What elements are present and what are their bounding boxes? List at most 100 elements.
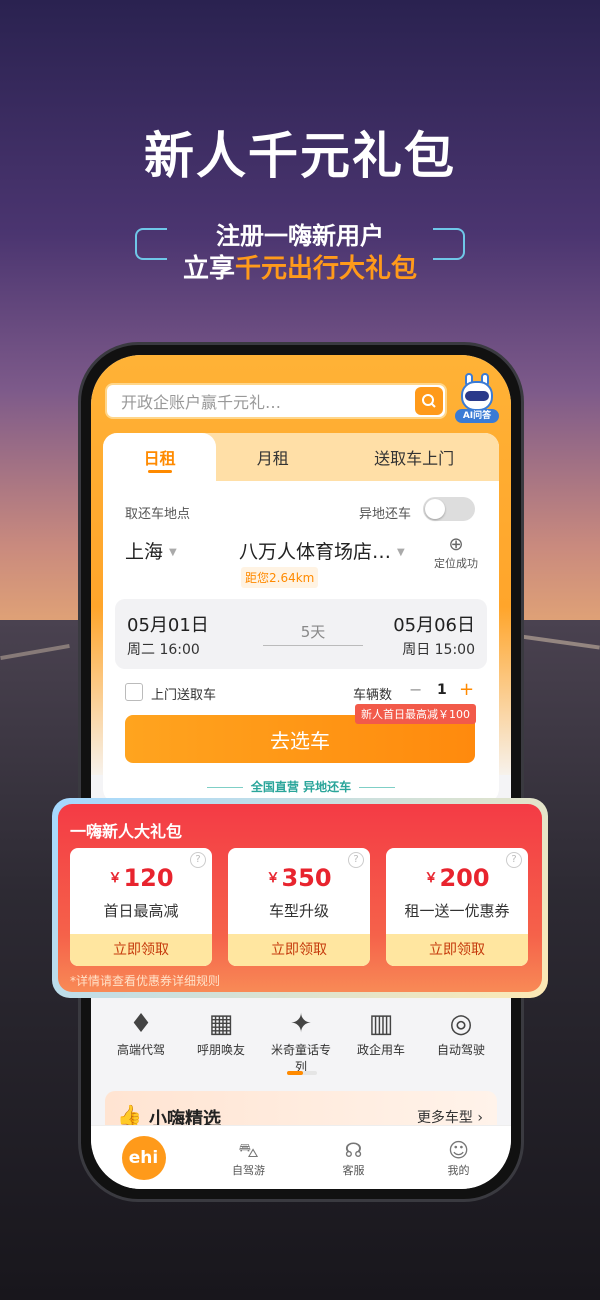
promo-line2-highlight: 千元出行大礼包	[235, 254, 418, 284]
end-date: 05月06日	[393, 615, 475, 636]
phone-frame: 开政企账户赢千元礼… AI问答 日租 月租 送取车上门 取还车地点 异地还车 上…	[78, 342, 524, 1202]
coupon-desc: 租一送一优惠券	[404, 902, 510, 920]
gift-pack-title: 一嗨新人大礼包	[70, 822, 183, 841]
quicklink-label: 高端代驾	[116, 1043, 165, 1057]
increment-button[interactable]: +	[459, 679, 474, 700]
tab-profile[interactable]: ☺ 我的	[424, 1138, 494, 1178]
diff-return-toggle[interactable]	[423, 497, 475, 521]
quicklink-premium-driver[interactable]: ♦ 高端代驾	[106, 1007, 176, 1067]
end-time: 周日 15:00	[402, 642, 475, 658]
app-screen: 开政企账户赢千元礼… AI问答 日租 月租 送取车上门 取还车地点 异地还车 上…	[91, 355, 511, 1189]
chevron-down-icon: ▼	[169, 547, 177, 558]
ehi-home-icon: ehi	[121, 1135, 166, 1180]
diff-return-label: 异地还车	[359, 507, 412, 522]
ai-assistant-label: AI问答	[455, 409, 499, 423]
claim-button[interactable]: 立即领取	[228, 934, 370, 966]
promo-line2: 立享千元出行大礼包	[0, 248, 600, 285]
coupon-desc: 车型升级	[268, 902, 329, 920]
rental-duration: 5天	[300, 623, 326, 641]
tab-daily[interactable]: 日租	[103, 433, 217, 481]
quick-links: ♦ 高端代驾 ▦ 呼朋唤友 ✦ 米奇童话专列 ▥ 政企用车 ◎ 自动驾驶	[91, 1007, 511, 1074]
promo-line2-prefix: 立享	[182, 254, 235, 284]
claim-button[interactable]: 立即领取	[386, 934, 528, 966]
date-range-picker[interactable]: 05月01日 周二 16:00 5天 05月06日 周日 15:00	[115, 599, 487, 669]
coupon-value: 200	[439, 864, 490, 892]
quicklink-label: 政企用车	[356, 1043, 405, 1057]
coupon-card[interactable]: ? ￥120 首日最高减 立即领取	[70, 848, 212, 966]
thumbs-up-icon: 👍	[117, 1103, 142, 1127]
decrement-button[interactable]: −	[409, 680, 422, 699]
tab-label: 客服	[342, 1163, 365, 1177]
coupon-amount: ￥120	[70, 864, 212, 892]
disney-logo-icon: ✦	[290, 1009, 312, 1039]
store-name: 八万人体育场店…	[239, 541, 392, 563]
door-service-label: 上门送取车	[151, 688, 217, 703]
quicklink-label: 自动驾驶	[436, 1043, 485, 1057]
more-models-link[interactable]: 更多车型 ›	[417, 1107, 483, 1127]
car-count-value: 1	[437, 682, 447, 698]
distance-badge: 距您2.64km	[241, 567, 319, 588]
tie-icon: ♦	[129, 1009, 153, 1039]
search-icon	[422, 394, 436, 408]
page-indicator	[287, 1071, 317, 1075]
arrow-right-icon	[263, 645, 363, 646]
car-icon: ⛍	[238, 1137, 259, 1162]
search-placeholder: 开政企账户赢千元礼…	[121, 393, 282, 412]
quicklink-mickey-train[interactable]: ✦ 米奇童话专列	[266, 1007, 336, 1074]
start-time: 周二 16:00	[127, 642, 200, 658]
headset-icon: ☊	[344, 1137, 363, 1162]
newuser-promo-tag: 新人首日最高减￥100	[355, 704, 476, 724]
quicklink-invite-friends[interactable]: ▦ 呼朋唤友	[186, 1007, 256, 1067]
coupon-card[interactable]: ? ￥350 车型升级 立即领取	[228, 848, 370, 966]
door-service-checkbox[interactable]	[125, 683, 143, 701]
tab-label: 自驾游	[232, 1163, 265, 1177]
gift-pack-popout: 一嗨新人大礼包 ? ￥120 首日最高减 立即领取 ? ￥350 车型升级 立即…	[52, 798, 548, 998]
city-name: 上海	[125, 541, 164, 563]
search-input[interactable]: 开政企账户赢千元礼…	[105, 383, 447, 419]
autodrive-icon: ◎	[449, 1009, 473, 1039]
start-date: 05月01日	[127, 615, 209, 636]
page-indicator-active	[287, 1071, 303, 1075]
claim-button[interactable]: 立即领取	[70, 934, 212, 966]
service-footnote: 全国直营 异地还车	[103, 778, 499, 795]
store-selector[interactable]: 八万人体育场店… ▼	[239, 537, 405, 564]
coupon-desc: 首日最高减	[103, 902, 179, 920]
currency-symbol: ￥	[424, 871, 438, 886]
tab-door-delivery[interactable]: 送取车上门	[329, 433, 499, 481]
locate-label: 定位成功	[434, 557, 478, 570]
coupon-amount: ￥200	[386, 864, 528, 892]
building-icon: ▥	[368, 1009, 394, 1039]
gift-pack-note: *详情请查看优惠券详细规则	[70, 974, 221, 988]
gift-pack-panel: 一嗨新人大礼包 ? ￥120 首日最高减 立即领取 ? ￥350 车型升级 立即…	[58, 804, 542, 992]
coupon-card[interactable]: ? ￥200 租一送一优惠券 立即领取	[386, 848, 528, 966]
robot-visor-icon	[465, 391, 489, 401]
car-count-label: 车辆数	[353, 688, 393, 703]
promo-line1: 注册一嗨新用户	[216, 222, 384, 250]
chevron-down-icon: ▼	[397, 547, 405, 558]
tab-self-drive[interactable]: ⛍ 自驾游	[214, 1138, 284, 1178]
pickup-location-label: 取还车地点	[125, 507, 191, 522]
currency-symbol: ￥	[108, 871, 122, 886]
search-button[interactable]	[415, 387, 443, 415]
quicklink-corporate[interactable]: ▥ 政企用车	[346, 1007, 416, 1067]
quicklink-label: 呼朋唤友	[196, 1043, 245, 1057]
tab-monthly[interactable]: 月租	[216, 433, 329, 481]
tab-home[interactable]: ehi	[109, 1135, 179, 1180]
rental-tabs: 日租 月租 送取车上门	[103, 433, 499, 481]
currency-symbol: ￥	[266, 871, 280, 886]
coupon-value: 120	[123, 864, 174, 892]
bottom-tab-bar: ehi ⛍ 自驾游 ☊ 客服 ☺ 我的	[91, 1125, 511, 1189]
ai-assistant-button[interactable]: AI问答	[455, 373, 499, 425]
tab-label: 我的	[447, 1163, 470, 1177]
quicklink-autodrive[interactable]: ◎ 自动驾驶	[426, 1007, 496, 1067]
coupon-value: 350	[281, 864, 332, 892]
profile-icon: ☺	[448, 1137, 469, 1162]
locate-button[interactable]: ⊕ 定位成功	[431, 535, 481, 571]
toggle-knob	[425, 499, 445, 519]
crosshair-icon: ⊕	[448, 534, 464, 555]
promo-headline: 新人千元礼包	[144, 127, 456, 185]
tab-service[interactable]: ☊ 客服	[319, 1138, 389, 1178]
city-selector[interactable]: 上海 ▼	[125, 537, 177, 564]
booking-card: 日租 月租 送取车上门 取还车地点 异地还车 上海 ▼ 八万人体育场店… ▼ 距您2…	[103, 433, 499, 803]
quicklink-label: 米奇童话专列	[270, 1043, 331, 1074]
